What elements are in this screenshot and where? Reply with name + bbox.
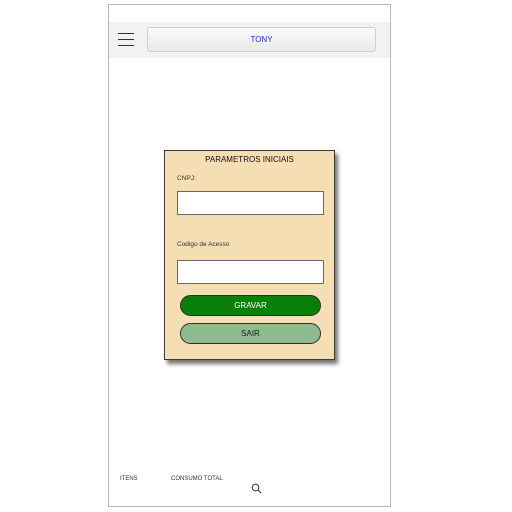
- phone-frame: TONY PARAMETROS INICIAIS CNPJ: Codigo de…: [108, 4, 391, 507]
- cnpj-input[interactable]: [177, 191, 324, 215]
- dialog-title: PARAMETROS INICIAIS: [205, 155, 294, 164]
- hamburger-menu-icon[interactable]: [118, 33, 134, 46]
- gravar-button[interactable]: GRAVAR: [180, 295, 321, 316]
- top-bar: TONY: [109, 22, 390, 58]
- access-code-input[interactable]: [177, 260, 324, 284]
- app-screen: TONY PARAMETROS INICIAIS CNPJ: Codigo de…: [0, 0, 512, 512]
- sair-button[interactable]: SAIR: [180, 323, 321, 344]
- search-icon[interactable]: [251, 483, 262, 494]
- cnpj-label: CNPJ:: [177, 175, 196, 182]
- itens-label: ITENS: [120, 476, 138, 482]
- access-code-label: Codigo de Acesso: [177, 241, 230, 248]
- header-title: TONY: [147, 27, 376, 52]
- initial-parameters-dialog: PARAMETROS INICIAIS CNPJ: Codigo de Aces…: [164, 150, 335, 360]
- consumo-total-label: CONSUMO TOTAL: [171, 476, 223, 482]
